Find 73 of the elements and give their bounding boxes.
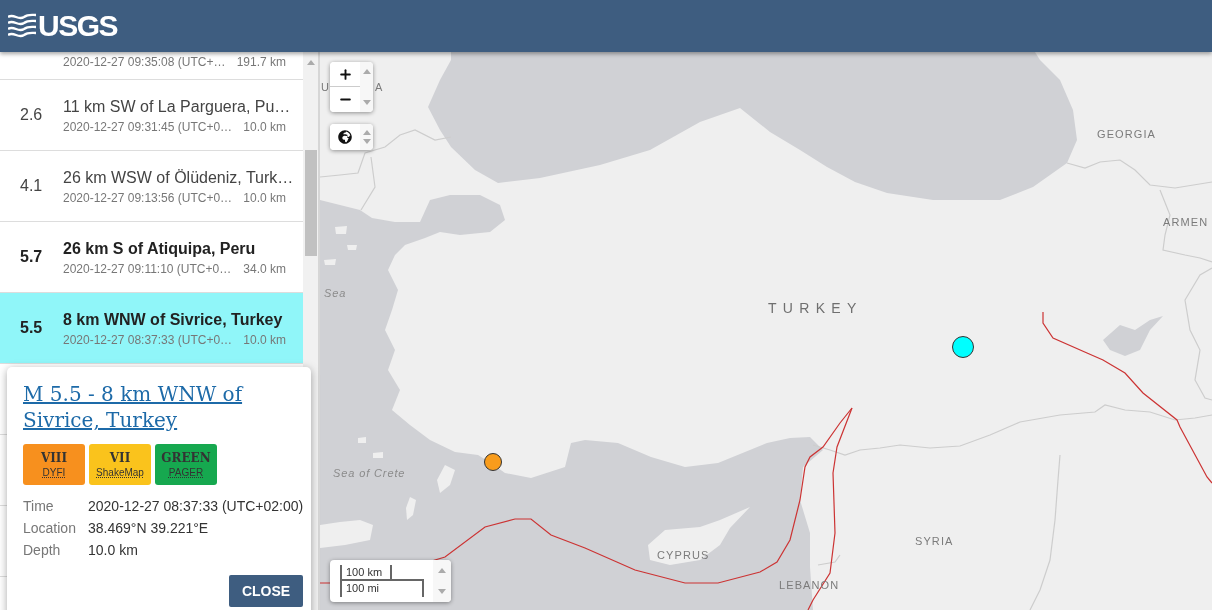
event-time: 2020-12-27 08:37:33 (UTC+0… (63, 332, 233, 348)
plus-icon (337, 66, 353, 82)
wave-logo-icon[interactable] (8, 13, 36, 39)
event-time: 2020-12-27 09:11:10 (UTC+0… (63, 261, 232, 277)
event-depth: 10.0 km (243, 332, 286, 348)
scrollbar-thumb[interactable] (305, 150, 317, 256)
event-depth: 10.0 km (243, 119, 286, 135)
map-place-label: Sea (324, 288, 347, 299)
detail-label: Time (23, 496, 55, 516)
map-place-label: CYPRUS (657, 550, 710, 561)
badge-value: GREEN (161, 450, 211, 466)
caret-up-icon[interactable] (438, 568, 446, 573)
event-time: 2020-12-27 09:35:08 (UTC+… (63, 55, 226, 71)
map-place-label: GEORGIA (1097, 129, 1157, 140)
globe-button[interactable] (330, 124, 360, 150)
event-time: 2020-12-27 09:13:56 (UTC+0… (63, 190, 233, 206)
event-title: 26 km WSW of Ölüdeniz, Turk… (63, 167, 294, 188)
zoom-in-button[interactable] (330, 62, 360, 87)
close-button[interactable]: CLOSE (229, 575, 303, 607)
detail-label: Depth (23, 540, 62, 560)
event-list-item[interactable]: 5.5 8 km WNW of Sivrice, Turkey 2020-12-27 08:37:33 (UTC+0… 10.0 km (0, 293, 303, 364)
scale-bar-label: 100 mi (340, 579, 424, 597)
lake (1103, 316, 1163, 356)
event-time: 2020-12-27 09:31:45 (UTC+0… (63, 119, 233, 135)
badge-link[interactable]: PAGER (168, 465, 204, 479)
caret-up-icon[interactable] (362, 69, 371, 74)
map-place-label: ARMEN (1163, 217, 1209, 228)
earthquake-marker-icon[interactable] (484, 453, 502, 471)
magnitude-text: 5.5 (20, 319, 43, 336)
island (320, 520, 373, 548)
scale-bar-label: 100 km (340, 565, 392, 579)
detail-value: 10.0 km (88, 540, 138, 560)
caret-up-icon[interactable] (362, 130, 371, 135)
event-depth: 10.0 km (243, 190, 286, 206)
zoom-out-button[interactable] (330, 87, 360, 112)
impact-badge[interactable]: GREEN PAGER (155, 444, 217, 485)
island (347, 245, 357, 250)
detail-value: 2020-12-27 08:37:33 (UTC+02:00) (88, 496, 304, 516)
island (335, 226, 347, 234)
badge-value: VIII (40, 450, 68, 466)
badge-link[interactable]: DYFI (42, 465, 66, 479)
map-place-label: U (321, 82, 331, 93)
island (358, 437, 366, 443)
impact-badge[interactable]: VIII DYFI (23, 444, 85, 485)
island (406, 497, 416, 520)
map-place-label: Sea of Crete (333, 468, 406, 479)
event-title: 26 km S of Atiquipa, Peru (63, 238, 256, 259)
event-title-link[interactable]: M 5.5 - 8 km WNW of Sivrice, Turkey (23, 381, 295, 433)
country-border-line (817, 554, 841, 566)
magnitude-text: 4.1 (20, 177, 43, 194)
magnitude-text: 2.6 (20, 106, 43, 123)
impact-badge[interactable]: VII ShakeMap (89, 444, 151, 485)
event-title: 11 km SW of La Parguera, Pu… (63, 96, 291, 117)
island (437, 465, 455, 493)
detail-label: Location (23, 518, 77, 538)
map-place-label: SYRIA (915, 536, 954, 547)
logo-text[interactable]: USGS (38, 11, 118, 41)
caret-down-icon[interactable] (362, 100, 371, 105)
map-place-label: TURKEY (768, 301, 863, 315)
map-place-label: A (375, 82, 384, 93)
event-title: 8 km WNW of Sivrice, Turkey (63, 309, 283, 330)
magnitude-text: 5.7 (20, 248, 43, 265)
detail-value: 38.469°N 39.221°E (88, 518, 209, 538)
badge-link[interactable]: ShakeMap (96, 465, 144, 479)
island (324, 259, 336, 265)
caret-up-icon[interactable] (306, 60, 315, 65)
globe-icon (338, 130, 352, 144)
caret-down-icon[interactable] (362, 139, 371, 144)
earthquake-marker-icon[interactable] (952, 336, 974, 358)
event-depth: 34.0 km (243, 261, 286, 277)
badge-value: VII (109, 450, 131, 466)
event-depth: 191.7 km (236, 55, 286, 71)
caret-down-icon[interactable] (438, 589, 446, 594)
